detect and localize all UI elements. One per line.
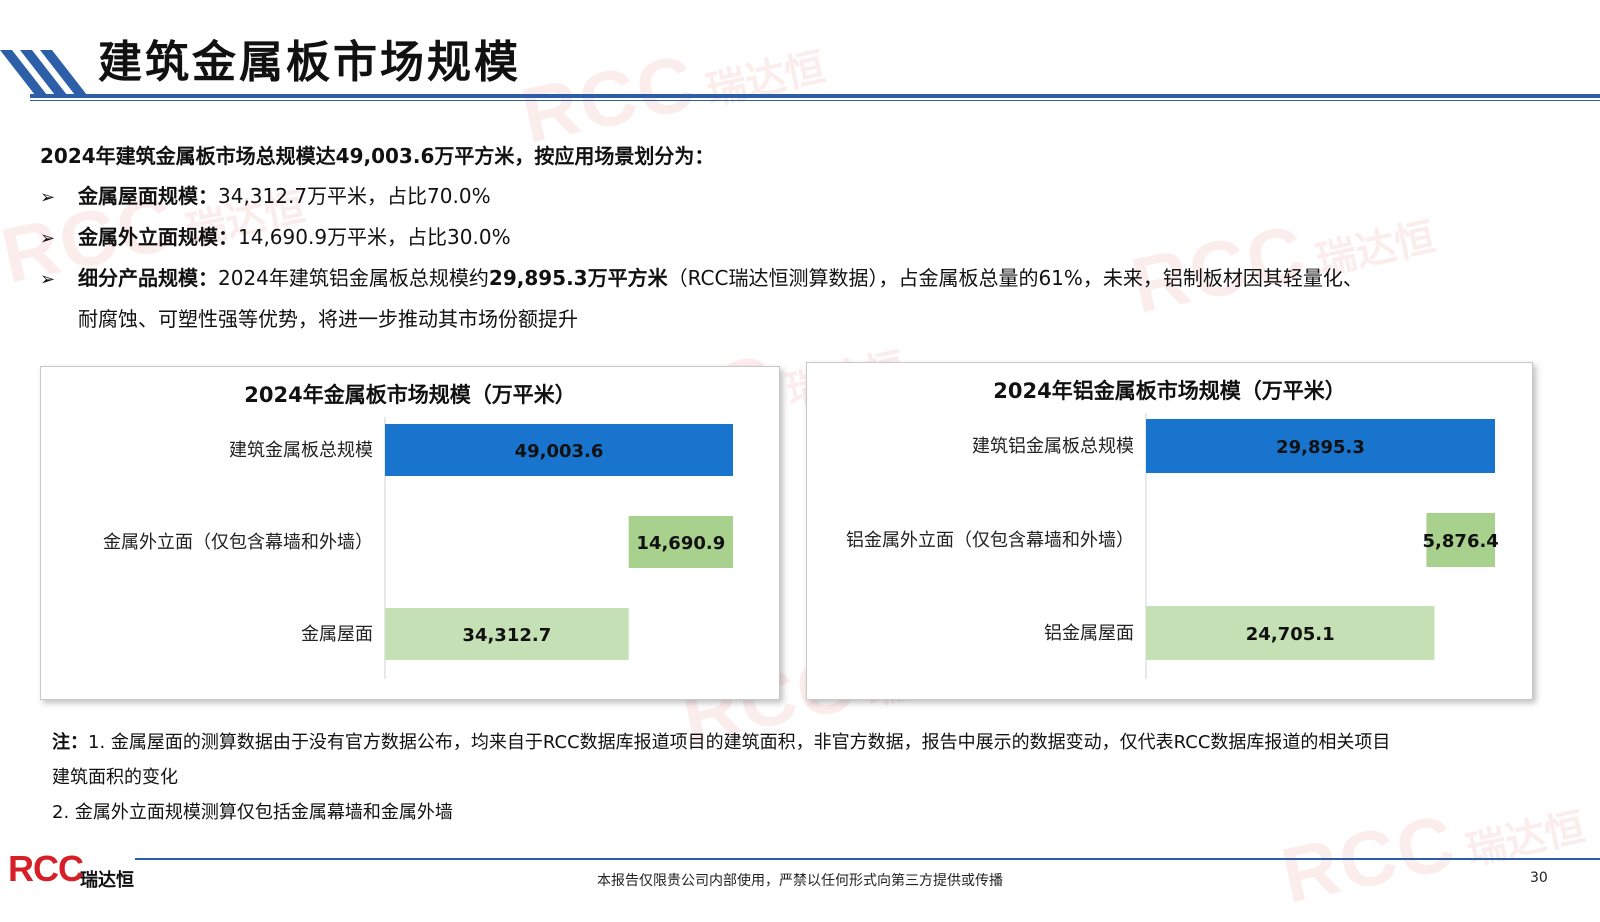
bullet-text: 2024年建筑铝金属板总规模约 [218,266,489,290]
category-label: 金属外立面（仅包含幕墙和外墙） [103,532,373,553]
note-line-2: 2. 金属外立面规模测算仅包括金属幕墙和金属外墙 [52,802,453,823]
value-label: 24,705.1 [1246,624,1335,645]
chart-panel-aluminum-board: 2024年铝金属板市场规模（万平米） 建筑铝金属板总规模 29,895.3 铝金属外… [806,362,1533,700]
page-title: 建筑金属板市场规模 [98,37,521,88]
arrow-icon: ➢ [40,228,56,249]
note-label: 注： [52,732,88,753]
title-underline-thin [30,100,1600,101]
bullet-label: 金属外立面规模： [78,225,238,249]
watermark: RCC瑞达恒 [1124,207,1440,330]
value-label: 34,312.7 [462,625,551,646]
watermark: RCC瑞达恒 [514,37,830,160]
category-label: 铝金属外立面（仅包含幕墙和外墙） [846,530,1134,551]
value-label: 14,690.9 [636,533,725,554]
bullet-segment: ➢ 细分产品规模：2024年建筑铝金属板总规模约29,895.3万平方米（RCC瑞… [40,262,1363,291]
bullet-segment-continuation: 耐腐蚀、可塑性强等优势，将进一步推动其市场份额提升 [78,307,578,331]
bullet-roof: ➢ 金属屋面规模：34,312.7万平米，占比70.0% [40,180,491,209]
note-text: 1. 金属屋面的测算数据由于没有官方数据公布，均来自于RCC数据库报道项目的建筑… [88,732,1391,753]
category-label: 铝金属屋面 [1044,623,1134,644]
arrow-icon: ➢ [40,269,56,290]
chart-aluminum-board: 建筑铝金属板总规模 29,895.3 铝金属外立面（仅包含幕墙和外墙） 5,876.4… [846,413,1499,679]
bullet-highlight: 29,895.3万平方米 [488,266,668,290]
value-label: 49,003.6 [515,441,604,462]
header-stripe-decoration [0,50,87,95]
summary-intro: 2024年建筑金属板市场总规模达49,003.6万平方米，按应用场景划分为： [40,144,715,168]
category-label: 金属屋面 [301,624,373,645]
category-label: 建筑金属板总规模 [229,440,373,461]
title-underline [30,94,1600,98]
arrow-icon: ➢ [40,187,56,208]
note-line-1: 注：1. 金属屋面的测算数据由于没有官方数据公布，均来自于RCC数据库报道项目的… [52,728,1390,754]
page-number: 30 [1530,870,1548,886]
footer-disclaimer: 本报告仅限贵公司内部使用，严禁以任何形式向第三方提供或传播 [597,873,1003,889]
bullet-label: 金属屋面规模： [78,184,218,208]
watermark: RCC瑞达恒 [1274,797,1590,920]
note-line-1-continuation: 建筑面积的变化 [52,767,178,788]
bullet-facade: ➢ 金属外立面规模：14,690.9万平米，占比30.0% [40,221,511,250]
bullet-label: 细分产品规模： [78,266,218,290]
category-label: 建筑铝金属板总规模 [972,436,1134,457]
footer-rule [135,858,1600,860]
value-label: 29,895.3 [1276,437,1365,458]
chart-panel-metal-board: 2024年金属板市场规模（万平米） 建筑金属板总规模 49,003.6 金属外立面（… [40,366,780,700]
value-label: 5,876.4 [1423,531,1499,552]
bullet-text: 14,690.9万平米，占比30.0% [238,225,511,249]
bullet-text: （RCC瑞达恒测算数据），占金属板总量的61%，未来，铝制板材因其轻量化、 [667,266,1363,290]
chart-metal-board: 建筑金属板总规模 49,003.6 金属外立面（仅包含幕墙和外墙） 14,690.9 金… [103,417,733,679]
bullet-text: 34,312.7万平米，占比70.0% [218,184,491,208]
